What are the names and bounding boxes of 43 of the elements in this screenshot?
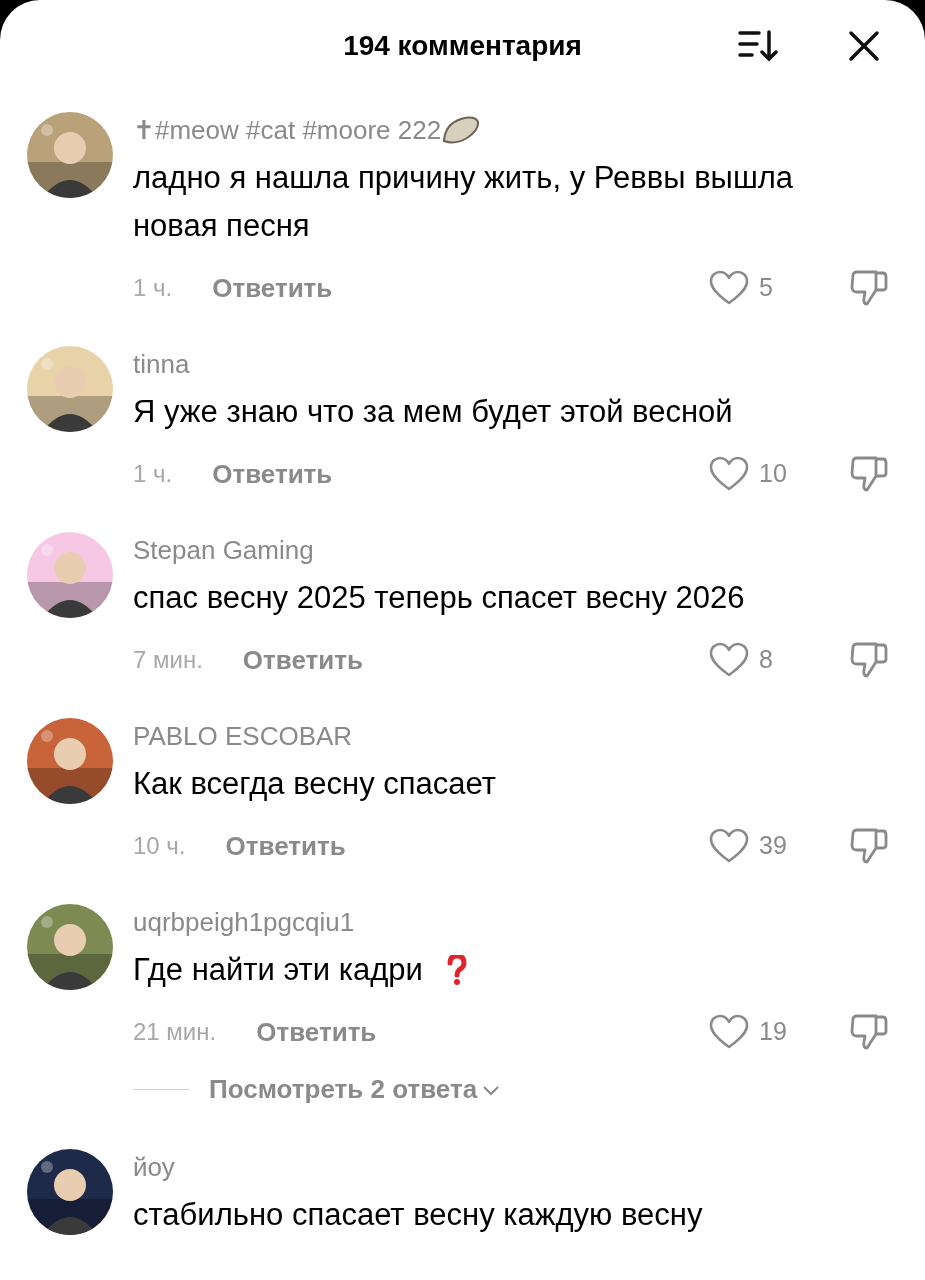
shell-icon (441, 114, 482, 146)
thumbs-down-icon (849, 641, 889, 679)
thumbs-down-icon (849, 455, 889, 493)
comment-text: Я уже знаю что за мем будет этой весной (133, 393, 733, 431)
timestamp: 7 мин. (133, 645, 203, 675)
dislike-button[interactable] (849, 827, 889, 865)
thumbs-down-icon (849, 1013, 889, 1051)
close-icon (848, 30, 880, 62)
comment-text: ладно я нашла причину жить, у Реввы вышла новая песня (133, 159, 795, 245)
reply-button[interactable]: Ответить (242, 640, 363, 680)
reply-button[interactable]: Ответить (212, 454, 333, 494)
dislike-button[interactable] (849, 641, 889, 679)
username[interactable]: tinna (133, 344, 190, 384)
timestamp: 1 ч. (133, 459, 173, 489)
reply-button[interactable]: Ответить (256, 1012, 377, 1052)
dislike-button[interactable] (849, 455, 889, 493)
like-button[interactable]: 10 (709, 455, 809, 493)
view-replies-link[interactable]: Посмотреть 2 ответа (209, 1070, 502, 1109)
dislike-button[interactable] (849, 269, 889, 307)
timestamp: 21 мин. (133, 1017, 217, 1047)
comment-text: Где найти эти кадри (133, 951, 423, 989)
reply-button[interactable]: Ответить (212, 268, 333, 308)
question-icon (446, 955, 467, 985)
username[interactable]: йоу (133, 1147, 175, 1187)
username[interactable]: uqrbpeigh1pgcqiu1 (133, 902, 355, 942)
comment-text: спас весну 2025 теперь спасет весну 2026 (133, 579, 745, 617)
like-button[interactable]: 5 (709, 269, 809, 307)
comment-text: Как всегда весну спасает (133, 765, 496, 803)
sort-icon (737, 29, 779, 63)
like-button[interactable]: 19 (709, 1013, 809, 1051)
username[interactable]: PABLO ESCOBAR (133, 716, 353, 756)
dislike-button[interactable] (849, 1013, 889, 1051)
reply-button[interactable]: Ответить (225, 826, 346, 866)
like-button[interactable]: 39 (709, 827, 809, 865)
timestamp: 10 ч. (133, 831, 186, 861)
like-button[interactable]: 8 (709, 641, 809, 679)
thumbs-down-icon (849, 827, 889, 865)
username[interactable]: Stepan Gaming (133, 530, 314, 570)
comments-title: 194 комментария (343, 29, 582, 63)
thumbs-down-icon (849, 269, 889, 307)
comment-text: стабильно спасает весну каждую весну (133, 1196, 703, 1234)
username[interactable]: ✝#meow #cat #moore 222 (133, 110, 442, 150)
timestamp: 1 ч. (133, 273, 173, 303)
